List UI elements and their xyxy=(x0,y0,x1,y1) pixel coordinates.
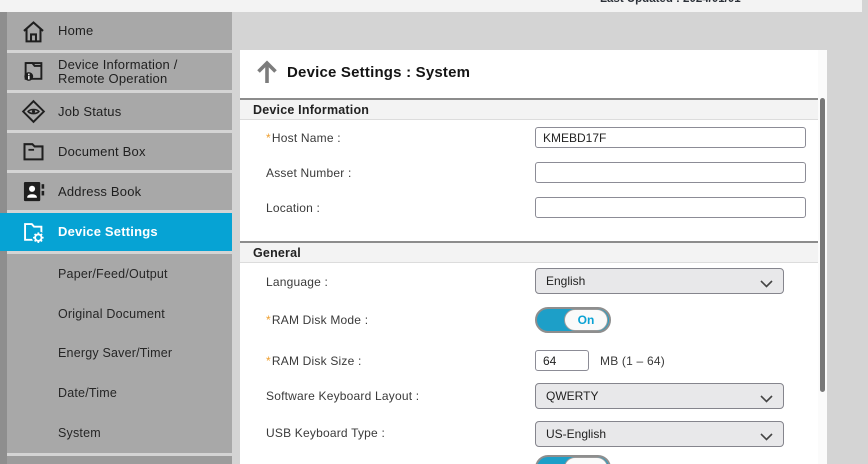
host-name-label: *Host Name : xyxy=(266,131,341,145)
sidebar-subitem-label: Energy Saver/Timer xyxy=(58,346,172,360)
main-panel: Device Settings : System Device Informat… xyxy=(240,50,827,464)
required-mark: * xyxy=(266,131,271,145)
toggle-state-label xyxy=(564,457,608,464)
top-bar-cutoff-text: Last Updated : 2024/01/01 00:42:42 xyxy=(600,0,742,7)
sidebar-item-label: Document Box xyxy=(58,145,146,159)
ram-disk-mode-label: *RAM Disk Mode : xyxy=(266,313,368,327)
device-settings-icon xyxy=(20,219,47,246)
location-label: Location : xyxy=(266,201,320,215)
ram-disk-size-input[interactable] xyxy=(535,350,589,371)
asset-number-input[interactable] xyxy=(535,162,806,183)
content-scrollbar-thumb[interactable] xyxy=(820,98,825,392)
sidebar-item-job-status[interactable]: Job Status xyxy=(7,93,232,130)
sidebar-subitem-date-time[interactable]: Date/Time xyxy=(7,373,232,413)
software-keyboard-layout-select-value: QWERTY xyxy=(546,389,760,403)
section-heading-text: Device Information xyxy=(253,103,369,117)
location-label-text: Location : xyxy=(266,201,320,215)
language-select[interactable]: English xyxy=(535,268,784,294)
sidebar-subitem-original-document[interactable]: Original Document xyxy=(7,294,232,334)
home-icon xyxy=(20,18,47,45)
device-information-icon xyxy=(20,58,47,85)
sidebar-item-label: Job Status xyxy=(58,105,121,119)
language-label-text: Language : xyxy=(266,275,328,289)
section-header-device-information: Device Information xyxy=(240,98,827,120)
usb-keyboard-type-select[interactable]: US-English xyxy=(535,421,784,447)
language-select-value: English xyxy=(546,274,760,288)
partial-toggle-cutoff[interactable] xyxy=(535,455,611,464)
required-mark: * xyxy=(266,313,271,327)
sidebar-item-home[interactable]: Home xyxy=(7,12,232,50)
sidebar: Home Device Information / Remote Operati… xyxy=(0,12,232,464)
ram-disk-mode-label-text: RAM Disk Mode : xyxy=(272,313,368,327)
ram-disk-size-label: *RAM Disk Size : xyxy=(266,354,362,368)
ram-disk-size-range-text: MB (1 – 64) xyxy=(600,354,665,368)
ram-disk-size-label-text: RAM Disk Size : xyxy=(272,354,362,368)
sidebar-subitem-paper-feed-output[interactable]: Paper/Feed/Output xyxy=(7,254,232,294)
sidebar-item-device-information[interactable]: Device Information / Remote Operation xyxy=(7,53,232,90)
asset-number-label: Asset Number : xyxy=(266,166,352,180)
usb-keyboard-type-label-text: USB Keyboard Type : xyxy=(266,426,385,440)
sidebar-item-label: Device Settings xyxy=(58,225,158,239)
device-settings-submenu: Paper/Feed/Output Original Document Ener… xyxy=(7,254,232,453)
host-name-input[interactable] xyxy=(535,127,806,148)
sidebar-subitem-label: System xyxy=(58,426,101,440)
chevron-down-icon xyxy=(760,392,773,400)
sidebar-item-label: Home xyxy=(58,24,93,38)
page-title: Device Settings : System xyxy=(287,64,470,81)
sidebar-item-partial[interactable] xyxy=(7,456,232,464)
toggle-state-label: On xyxy=(564,309,608,331)
sidebar-item-label: Address Book xyxy=(58,185,141,199)
sidebar-subitem-label: Paper/Feed/Output xyxy=(58,267,168,281)
sidebar-subitem-label: Original Document xyxy=(58,307,165,321)
usb-keyboard-type-select-value: US-English xyxy=(546,427,760,441)
sidebar-item-label-line1: Device Information / xyxy=(58,57,178,72)
software-keyboard-layout-select[interactable]: QWERTY xyxy=(535,383,784,409)
document-box-icon xyxy=(20,138,47,165)
job-status-icon xyxy=(20,98,47,125)
address-book-icon xyxy=(20,178,47,205)
sidebar-subitem-energy-saver-timer[interactable]: Energy Saver/Timer xyxy=(7,334,232,374)
usb-keyboard-type-label: USB Keyboard Type : xyxy=(266,426,385,440)
ram-disk-mode-toggle[interactable]: On xyxy=(535,307,611,333)
software-keyboard-layout-label: Software Keyboard Layout : xyxy=(266,389,419,403)
sidebar-subitem-label: Date/Time xyxy=(58,386,117,400)
required-mark: * xyxy=(266,354,271,368)
language-label: Language : xyxy=(266,275,328,289)
top-bar: Last Updated : 2024/01/01 00:42:42 xyxy=(0,0,862,12)
host-name-label-text: Host Name : xyxy=(272,131,341,145)
chevron-down-icon xyxy=(760,277,773,285)
back-up-arrow-icon[interactable] xyxy=(253,58,281,86)
location-input[interactable] xyxy=(535,197,806,218)
sidebar-item-document-box[interactable]: Document Box xyxy=(7,133,232,170)
sidebar-item-address-book[interactable]: Address Book xyxy=(7,173,232,210)
section-heading-text: General xyxy=(253,246,301,260)
sidebar-subitem-system[interactable]: System xyxy=(7,413,232,453)
chevron-down-icon xyxy=(760,430,773,438)
toggle-on-text: On xyxy=(578,313,595,327)
sidebar-item-device-settings[interactable]: Device Settings xyxy=(0,213,232,251)
sidebar-item-label-line2: Remote Operation xyxy=(58,71,167,86)
sidebar-item-label: Device Information / Remote Operation xyxy=(58,58,178,86)
software-keyboard-layout-label-text: Software Keyboard Layout : xyxy=(266,389,419,403)
asset-number-label-text: Asset Number : xyxy=(266,166,352,180)
page-title-row: Device Settings : System xyxy=(240,50,827,98)
section-header-general: General xyxy=(240,241,827,263)
